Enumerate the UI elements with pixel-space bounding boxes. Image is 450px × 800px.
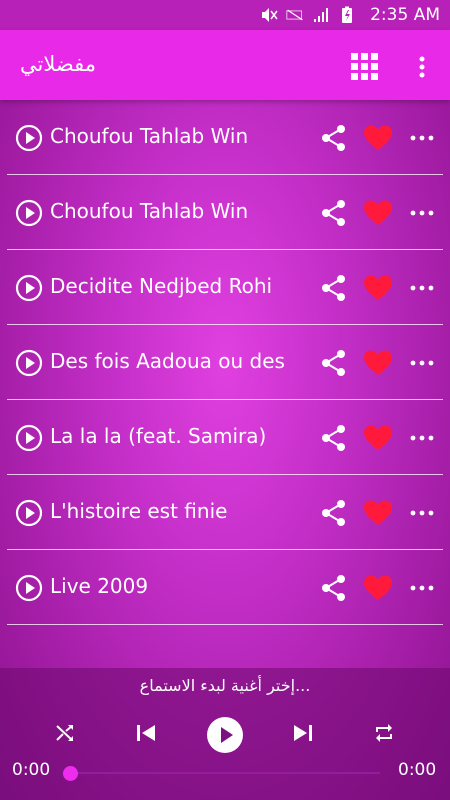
previous-button[interactable] [135,722,157,748]
heart-icon [364,575,392,600]
horizontal-dots-icon [410,210,434,216]
share-button[interactable] [320,424,348,452]
song-title: Live 2009 [50,574,149,598]
shuffle-button[interactable] [54,722,76,748]
play-song-button[interactable] [15,274,43,302]
list-item[interactable]: L'histoire est finie [7,475,443,550]
horizontal-dots-icon [410,135,434,141]
share-button[interactable] [320,499,348,527]
total-duration: 0:00 [398,760,437,780]
overflow-menu-button[interactable] [412,52,432,82]
more-options-button[interactable] [410,578,434,598]
song-title: Des fois Aadoua ou des [50,349,285,373]
grid-icon [351,53,378,80]
battery-icon [338,6,356,24]
heart-icon [364,350,392,375]
heart-icon [364,275,392,300]
heart-icon [364,125,392,150]
favorite-button[interactable] [363,574,393,602]
more-options-button[interactable] [410,353,434,373]
favorite-button[interactable] [363,124,393,152]
seek-bar[interactable] [70,772,380,774]
shuffle-icon [56,725,73,741]
song-title: L'histoire est finie [50,499,228,523]
more-options-button[interactable] [410,128,434,148]
player-hint: إختر أغنية لبدء الاستماع... [139,676,311,695]
horizontal-dots-icon [410,510,434,516]
horizontal-dots-icon [410,360,434,366]
list-item[interactable]: La la la (feat. Samira) [7,400,443,475]
app-bar: مفضلاتي [0,30,450,100]
play-circle-icon [15,199,43,227]
list-item[interactable]: Decidite Nedjbed Rohi [7,250,443,325]
song-title: Choufou Tahlab Win [50,124,249,148]
play-circle-icon [15,124,43,152]
share-button[interactable] [320,124,348,152]
play-button[interactable] [206,716,244,758]
song-title: La la la (feat. Samira) [50,424,267,448]
share-button[interactable] [320,574,348,602]
favorites-list: Choufou Tahlab Win Choufou Tahlab Win De… [0,100,450,625]
more-options-button[interactable] [410,278,434,298]
skip-next-icon [294,725,312,741]
elapsed-time: 0:00 [12,760,51,780]
horizontal-dots-icon [410,285,434,291]
vertical-dots-icon [419,56,425,78]
share-button[interactable] [320,349,348,377]
share-button[interactable] [320,199,348,227]
more-options-button[interactable] [410,503,434,523]
more-options-button[interactable] [410,203,434,223]
seek-handle[interactable] [63,766,78,781]
share-icon [322,200,345,226]
favorite-button[interactable] [363,499,393,527]
song-title: Choufou Tahlab Win [50,199,249,223]
share-icon [322,425,345,451]
grid-view-button[interactable] [350,52,380,82]
play-song-button[interactable] [15,424,43,452]
horizontal-dots-icon [410,585,434,591]
favorite-button[interactable] [363,349,393,377]
list-item[interactable]: Choufou Tahlab Win [7,100,443,175]
play-song-button[interactable] [15,574,43,602]
share-button[interactable] [320,274,348,302]
list-item[interactable]: Live 2009 [7,550,443,625]
play-song-button[interactable] [15,199,43,227]
next-button[interactable] [292,722,314,748]
list-item[interactable]: Des fois Aadoua ou des [7,325,443,400]
share-icon [322,350,345,376]
signal-icon [312,6,330,24]
share-icon [322,500,345,526]
song-title: Decidite Nedjbed Rohi [50,274,273,298]
repeat-button[interactable] [373,722,395,748]
no-network-icon [286,6,304,24]
play-song-button[interactable] [15,124,43,152]
page-title: مفضلاتي [20,52,96,76]
heart-icon [364,500,392,525]
more-options-button[interactable] [410,428,434,448]
share-icon [322,275,345,301]
play-circle-icon [15,274,43,302]
player-bar: إختر أغنية لبدء الاستماع... 0:00 0:00 [0,668,450,800]
favorite-button[interactable] [363,199,393,227]
share-icon [322,575,345,601]
mute-icon [260,6,278,24]
status-bar: 2:35 AM [0,0,450,30]
skip-previous-icon [137,725,155,741]
share-icon [322,125,345,151]
play-song-button[interactable] [15,349,43,377]
favorite-button[interactable] [363,274,393,302]
heart-icon [364,425,392,450]
play-song-button[interactable] [15,499,43,527]
status-time: 2:35 AM [370,5,440,25]
horizontal-dots-icon [410,435,434,441]
play-circle-icon [15,424,43,452]
play-circle-icon [15,349,43,377]
favorite-button[interactable] [363,424,393,452]
play-circle-icon [15,499,43,527]
play-icon [207,717,243,753]
repeat-icon [376,724,392,742]
heart-icon [364,200,392,225]
play-circle-icon [15,574,43,602]
list-item[interactable]: Choufou Tahlab Win [7,175,443,250]
